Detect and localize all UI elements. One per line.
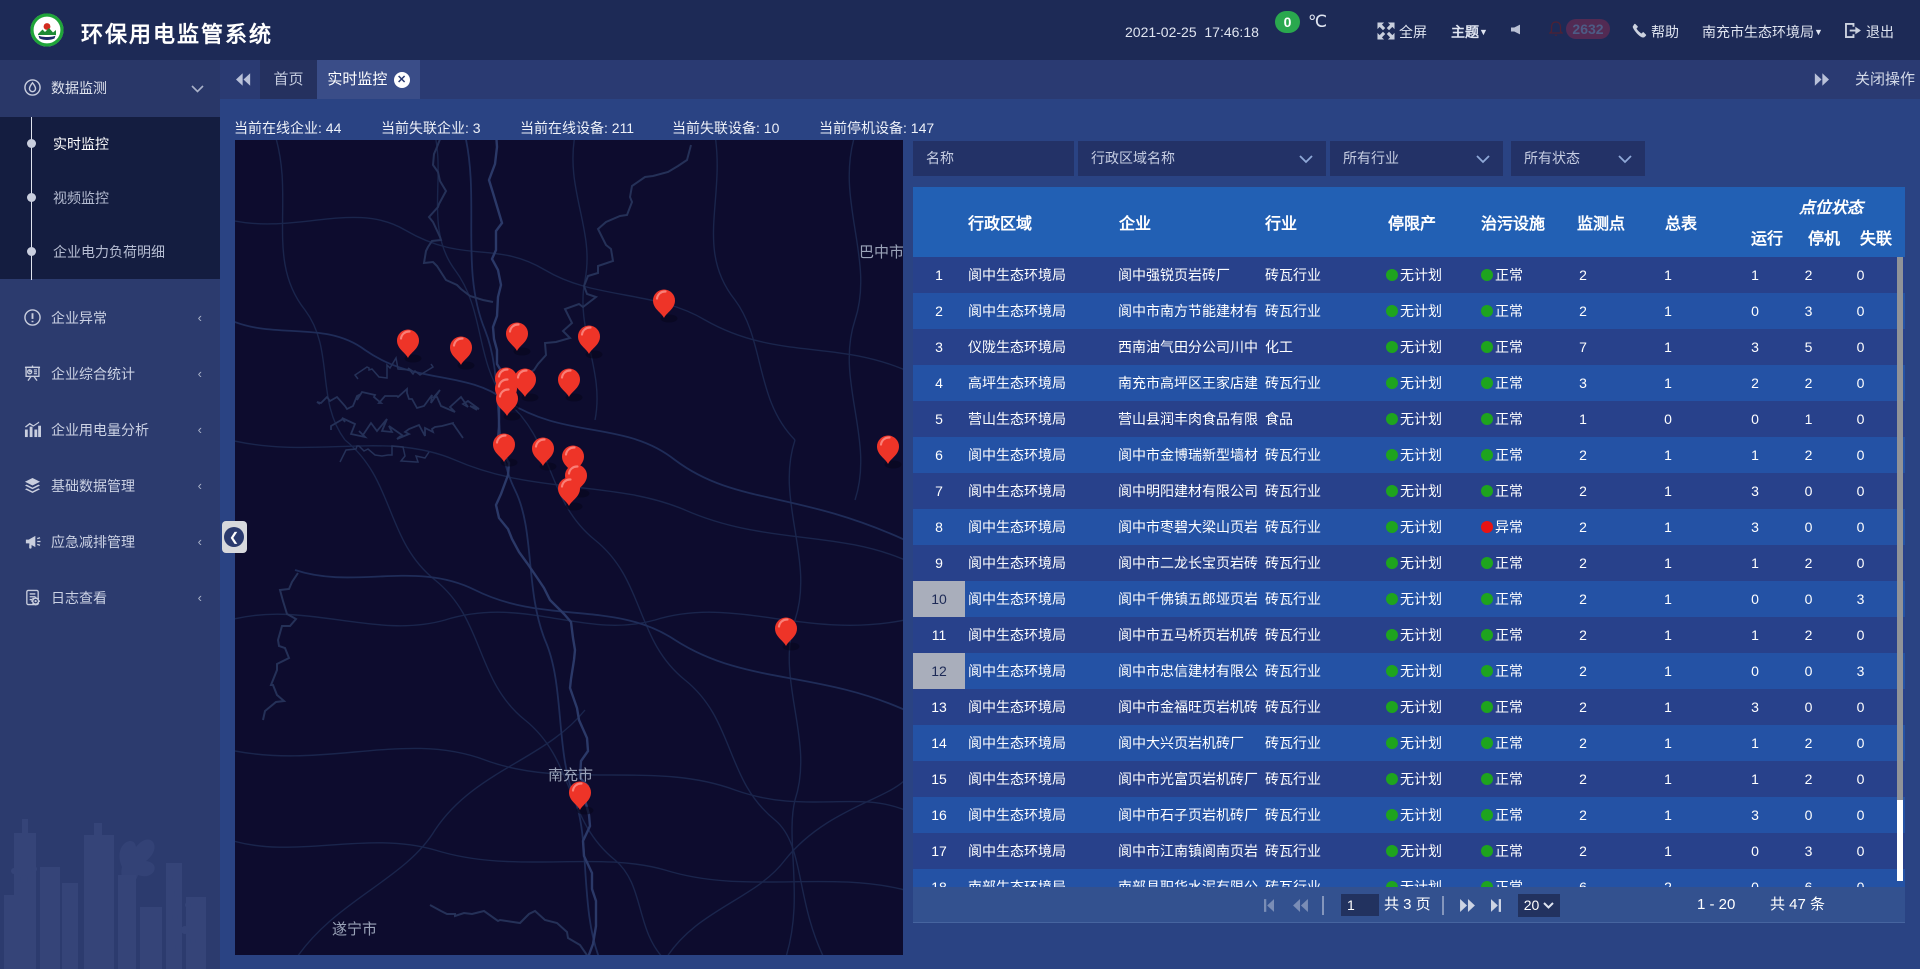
- svg-text:巴中市: 巴中市: [859, 244, 903, 261]
- svg-text:遂宁市: 遂宁市: [332, 921, 377, 938]
- svg-text:南充市: 南充市: [548, 767, 593, 784]
